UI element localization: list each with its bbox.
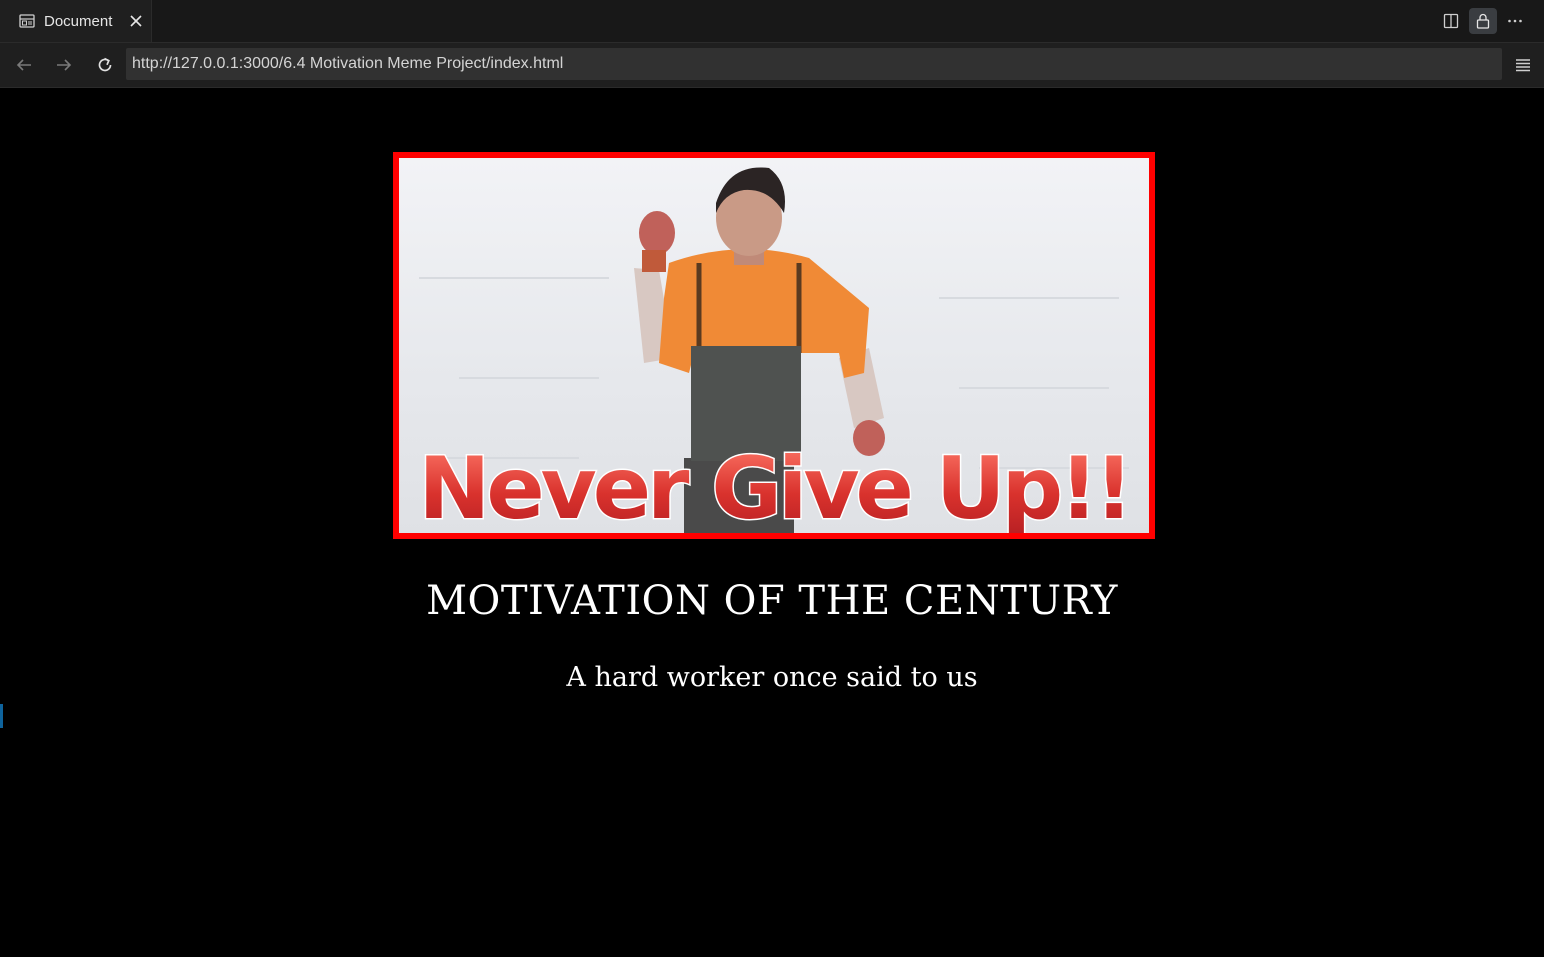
tab-bar: Document [0,0,1544,43]
forward-arrow-icon[interactable] [52,53,76,77]
document-icon [18,12,36,30]
meme-image: Never Give Up!! [393,152,1155,539]
page-heading: MOTIVATION OF THE CENTURY [426,578,1118,624]
lock-icon[interactable] [1469,8,1497,34]
meme-caption: Never Give Up!! [418,439,1129,533]
page-viewport: Never Give Up!! MOTIVATION OF THE CENTUR… [0,88,1544,957]
focus-marker [0,704,3,728]
back-arrow-icon[interactable] [12,53,36,77]
more-icon[interactable] [1501,8,1529,34]
tab-document[interactable]: Document [0,0,152,42]
tab-title: Document [44,12,113,30]
split-view-icon[interactable] [1437,8,1465,34]
menu-icon[interactable] [1511,53,1535,77]
reload-icon[interactable] [93,53,117,77]
navigation-bar: http://127.0.0.1:3000/6.4 Motivation Mem… [0,43,1544,88]
close-icon[interactable] [127,12,145,30]
page-subheading: A hard worker once said to us [566,662,978,693]
address-bar-input[interactable]: http://127.0.0.1:3000/6.4 Motivation Mem… [126,48,1502,80]
